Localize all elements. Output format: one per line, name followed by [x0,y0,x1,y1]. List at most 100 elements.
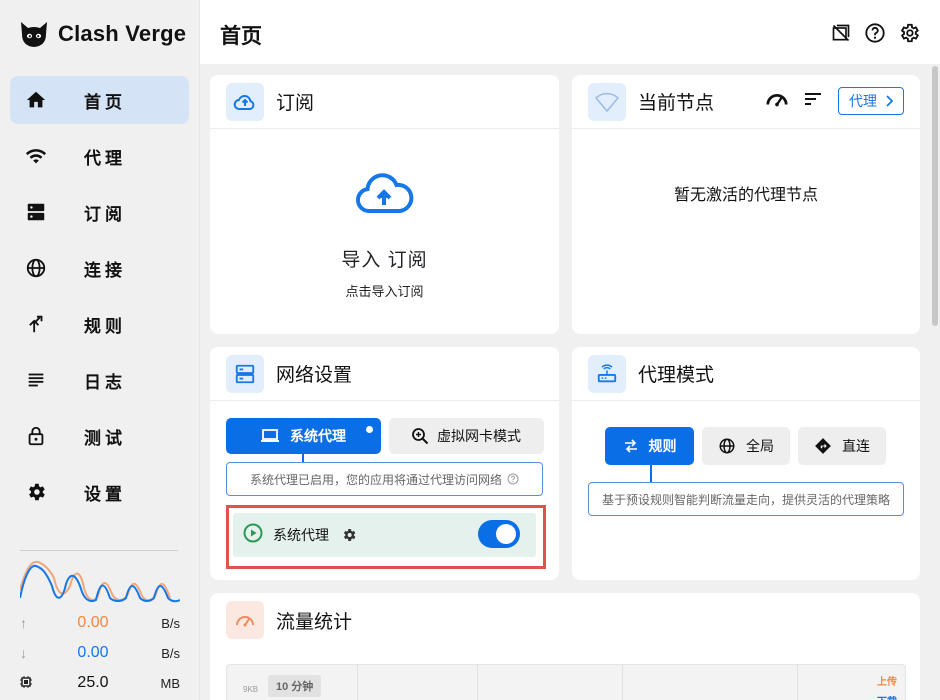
proxy-mode-description: 基于预设规则智能判断流量走向，提供灵活的代理策略 [588,482,904,516]
card-header: 订阅 [210,75,559,129]
top-bar: 首页 [200,0,940,64]
import-title: 导入 订阅 [341,250,428,271]
header-actions [830,22,920,44]
help-circle-icon[interactable] [507,473,519,485]
gear-icon [24,480,48,504]
sidebar-item-label: 设置 [84,484,126,504]
legend-download: 下载 [877,693,897,700]
time-range-button[interactable]: 10 分钟 [268,675,322,697]
sidebar-nav: 首页 代理 订阅 连接 规则 日志 测试 设置 [10,76,189,524]
sidebar-item-proxy[interactable]: 代理 [10,132,189,180]
sidebar-item-logs[interactable]: 日志 [10,356,189,404]
dns-icon [24,200,48,224]
cloud-upload-icon [226,82,264,121]
mode-label: 全局 [746,438,774,454]
sidebar-item-settings[interactable]: 设置 [10,468,189,516]
sidebar-item-test[interactable]: 测试 [10,412,189,460]
card-header: 代理模式 [572,347,920,401]
page-title: 首页 [220,25,262,48]
arrow-up-icon: ↑ [20,615,27,631]
mode-rule-button[interactable]: 规则 [605,427,694,465]
traffic-stats: ↑ 0.00 B/s ↓ 0.00 B/s 25.0 MB [20,608,180,698]
sidebar-item-label: 规则 [84,316,126,336]
sidebar-item-label: 订阅 [84,204,126,224]
memory-stat: 25.0 MB [20,668,180,698]
grid-line [477,665,478,700]
proxy-mode-card: 代理模式 规则 全局 直连 基于预设规则智能判断流量走向，提供灵活的代理策略 [572,347,920,580]
card-header: 网络设置 [210,347,559,401]
scrollbar-thumb[interactable] [932,66,938,326]
download-stat: ↓ 0.00 B/s [20,638,180,668]
sidebar-item-home[interactable]: 首页 [10,76,189,124]
mini-chart-graph [19,560,181,603]
proxy-button-label: 代理 [849,93,877,109]
traffic-chart: 9KB 10 分钟 上传 下载 [226,664,906,700]
mode-label: 直连 [842,438,870,454]
subscription-card: 订阅 导入 订阅 点击导入订阅 [210,75,559,334]
upload-stat: ↑ 0.00 B/s [20,608,180,638]
proxy-mode-buttons: 规则 全局 直连 [605,427,886,465]
chevron-right-icon [886,95,893,107]
sort-icon[interactable] [804,91,822,112]
grid-line [357,665,358,700]
app-logo: Clash Verge [18,18,186,50]
sidebar-item-rules[interactable]: 规则 [10,300,189,348]
mode-label: 规则 [648,438,677,454]
current-node-card: 当前节点 代理 暂无激活的代理节点 [572,75,920,334]
speed-test-icon[interactable] [766,89,788,114]
tab-label: 虚拟网卡模式 [437,428,521,444]
import-subtitle: 点击导入订阅 [345,284,424,299]
card-title: 网络设置 [276,365,353,386]
system-proxy-toggle[interactable] [478,520,520,548]
speedometer-icon [226,601,264,639]
sidebar-item-label: 代理 [84,148,126,168]
import-area[interactable]: 导入 订阅 点击导入订阅 [210,129,559,334]
search-target-icon [412,428,429,445]
app-name: Clash Verge [58,21,187,46]
download-unit: B/s [161,645,180,661]
proxy-nav-button[interactable]: 代理 [838,87,904,115]
network-settings-card: 网络设置 系统代理 虚拟网卡模式 系统代理已启用，您的应用将通过代理访问网络 系… [210,347,559,580]
list-icon [24,368,48,392]
mode-direct-button[interactable]: 直连 [798,427,886,465]
download-value: 0.00 [77,644,109,661]
system-proxy-settings-icon[interactable] [341,527,357,543]
direction-icon [815,438,831,454]
upload-line [19,560,171,602]
cat-logo-icon [21,22,47,47]
dns-icon [226,354,264,393]
cloud-upload-large-icon[interactable] [354,171,414,215]
system-proxy-row: 系统代理 [233,513,536,557]
chart-axis-line [20,550,178,551]
sidebar-item-label: 测试 [84,428,126,448]
legend-upload: 上传 [877,677,897,688]
active-dot [366,426,373,433]
settings-icon[interactable] [898,22,920,44]
toggle-knob [496,524,516,544]
sidebar-toggle-icon[interactable] [830,22,852,44]
system-proxy-label: 系统代理 [273,527,329,543]
empty-node-text: 暂无激活的代理节点 [673,187,818,204]
tab-system-proxy[interactable]: 系统代理 [226,418,381,454]
memory-icon [20,675,36,691]
memory-value: 25.0 [77,674,109,691]
lock-icon [24,424,48,448]
mode-global-button[interactable]: 全局 [702,427,790,465]
upload-value: 0.00 [77,614,109,631]
network-mode-tabs: 系统代理 虚拟网卡模式 [226,418,544,454]
help-icon[interactable] [864,22,886,44]
sidebar-item-connections[interactable]: 连接 [10,244,189,292]
laptop-icon [261,429,279,442]
card-title: 流量统计 [276,611,353,633]
home-icon [24,88,48,112]
upload-unit: B/s [161,615,180,631]
network-description: 系统代理已启用，您的应用将通过代理访问网络 [226,462,543,496]
swap-icon [624,439,637,453]
sidebar-item-subscription[interactable]: 订阅 [10,188,189,236]
node-tools: 代理 [766,87,904,115]
tab-tun-mode[interactable]: 虚拟网卡模式 [389,418,544,454]
grid-line [622,665,623,700]
card-title: 订阅 [276,93,315,114]
sidebar-item-label: 连接 [84,260,126,280]
memory-unit: MB [160,675,181,691]
